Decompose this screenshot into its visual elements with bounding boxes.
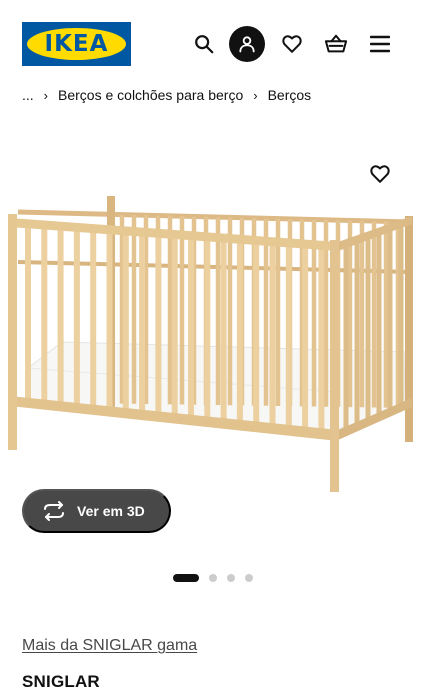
menu-icon xyxy=(370,35,390,53)
chevron-right-icon: › xyxy=(253,87,258,103)
basket-icon xyxy=(324,34,348,53)
view-in-3d-button[interactable]: Ver em 3D xyxy=(22,489,171,533)
rotate-3d-icon xyxy=(44,501,64,521)
breadcrumb-item-cribs-and-mattresses[interactable]: Berços e colchões para berço xyxy=(58,87,243,103)
search-icon xyxy=(195,35,214,54)
carousel-dot[interactable] xyxy=(227,574,235,582)
ikea-logo[interactable]: IKEA xyxy=(22,22,131,66)
carousel-dot[interactable] xyxy=(173,574,199,582)
view-in-3d-label: Ver em 3D xyxy=(77,503,145,519)
breadcrumb-item-cribs[interactable]: Berços xyxy=(268,87,312,103)
carousel-dot[interactable] xyxy=(209,574,217,582)
product-name: SNIGLAR xyxy=(22,672,100,691)
profile-button[interactable] xyxy=(229,26,265,62)
basket-button[interactable] xyxy=(318,26,354,62)
series-link[interactable]: Mais da SNIGLAR gama xyxy=(22,637,197,655)
profile-icon xyxy=(239,36,255,53)
heart-icon xyxy=(282,35,302,53)
heart-icon xyxy=(370,165,390,183)
favourites-button[interactable] xyxy=(274,26,310,62)
breadcrumb: ... › Berços e colchões para berço › Ber… xyxy=(22,84,311,106)
chevron-right-icon: › xyxy=(43,87,49,103)
image-carousel-dots xyxy=(173,573,263,583)
logo-text: IKEA xyxy=(44,30,109,57)
logo-oval: IKEA xyxy=(27,28,126,60)
save-to-favourites-button[interactable] xyxy=(362,156,398,192)
search-button[interactable] xyxy=(186,26,222,62)
menu-button[interactable] xyxy=(362,26,398,62)
carousel-dot[interactable] xyxy=(245,574,253,582)
breadcrumb-ellipsis[interactable]: ... xyxy=(22,87,34,103)
site-header: IKEA xyxy=(0,0,425,88)
